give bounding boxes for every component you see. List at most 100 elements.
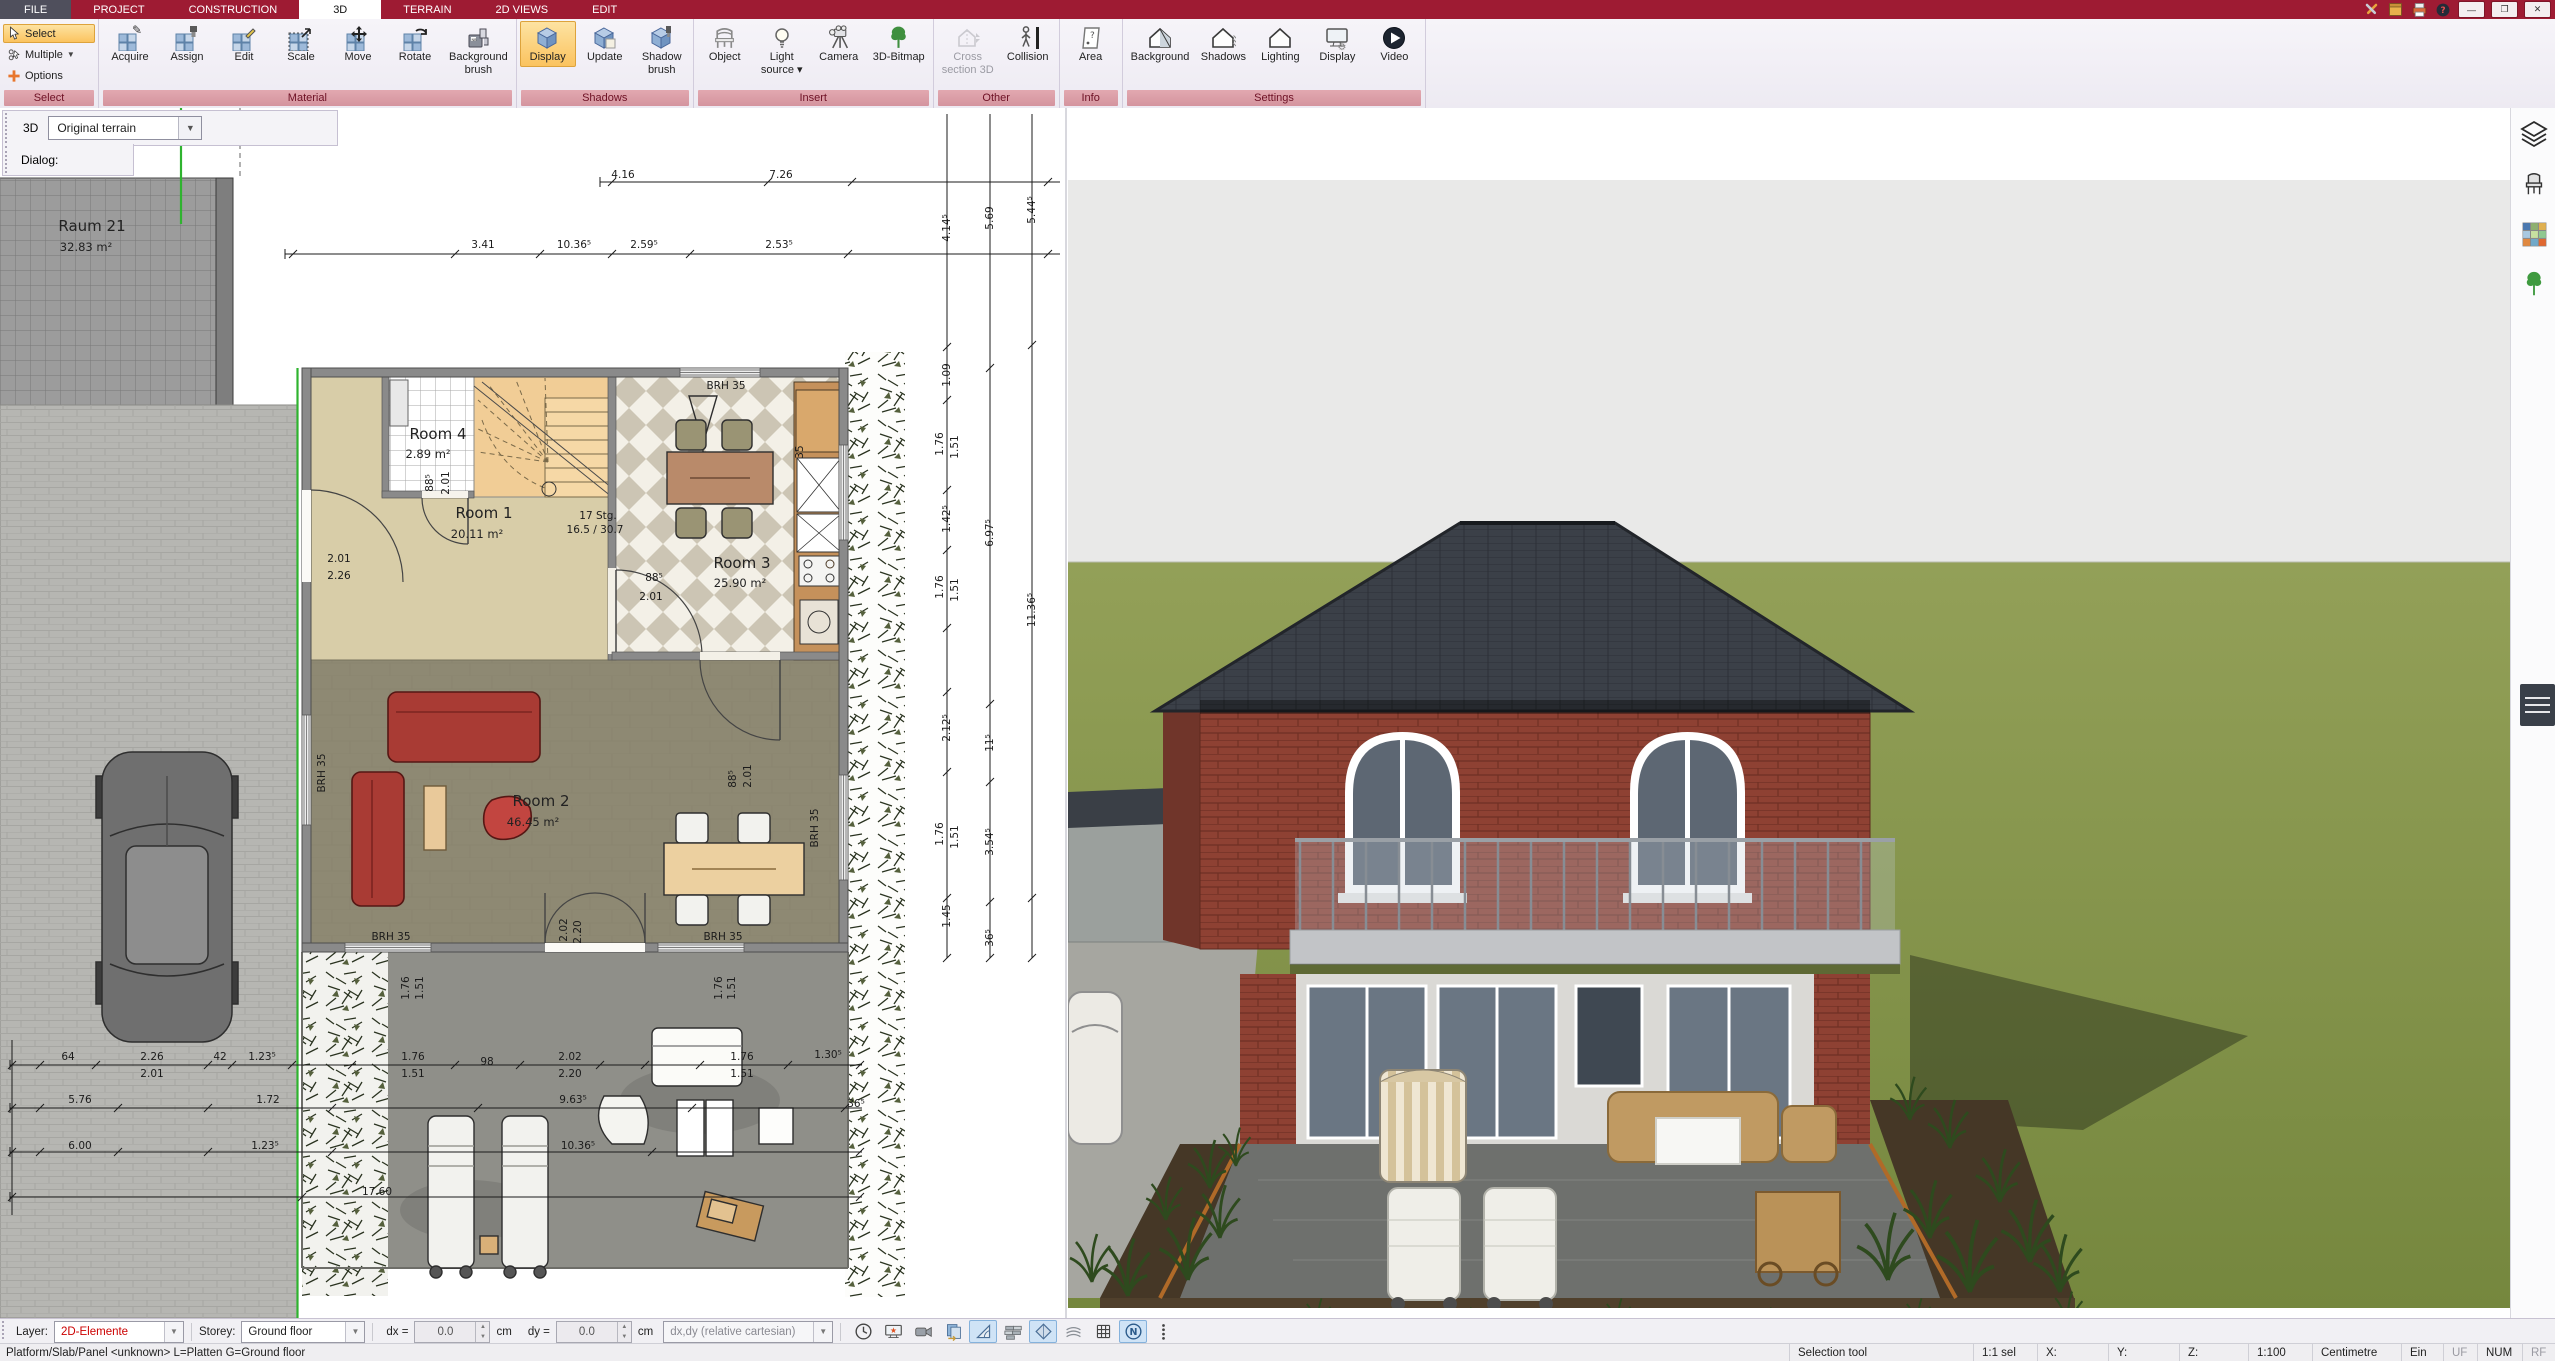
svg-text:N: N xyxy=(1129,1327,1137,1338)
collision-button[interactable]: Collision xyxy=(1000,21,1056,67)
button-label: Light source ▾ xyxy=(761,51,803,76)
toolbar-grip[interactable] xyxy=(2,1321,9,1339)
view-toolbar: 3D Original terrain ▼ xyxy=(2,110,338,146)
ribbon-group-caption: Info xyxy=(1064,90,1118,106)
menu-tab-3d[interactable]: 3D xyxy=(299,0,381,19)
plant-tree-icon[interactable] xyxy=(2516,266,2552,302)
storey-select[interactable]: Ground floor ▼ xyxy=(241,1321,365,1343)
cube-display-icon xyxy=(534,24,561,51)
button-label: Scale xyxy=(287,51,315,64)
menu-tab-construction[interactable]: CONSTRUCTION xyxy=(167,0,300,19)
chevron-down-icon[interactable]: ▼ xyxy=(813,1322,832,1342)
overflow-icon[interactable] xyxy=(1149,1320,1177,1343)
layer-stack-icon[interactable] xyxy=(1059,1320,1087,1343)
minimize-button[interactable]: — xyxy=(2458,1,2485,18)
dx-input[interactable]: 0.0 ▲▼ xyxy=(414,1321,490,1343)
layers-export-icon[interactable] xyxy=(939,1320,967,1343)
ribbon-group-settings: BackgroundShadowsLighting⚙DisplayVideoSe… xyxy=(1123,19,1427,108)
spinner-arrows[interactable]: ▲▼ xyxy=(617,1322,631,1342)
tools-icon[interactable] xyxy=(2362,2,2380,17)
shadow-brush-button[interactable]: Shadow brush xyxy=(634,21,690,79)
restore-button[interactable]: ❐ xyxy=(2491,1,2518,18)
chevron-down-icon[interactable]: ▼ xyxy=(178,117,201,139)
update-button[interactable]: Update xyxy=(577,21,633,67)
plan-2d-viewport[interactable] xyxy=(0,108,1065,1318)
menu-tab-file[interactable]: FILE xyxy=(0,0,71,19)
status-segment: 1:100 xyxy=(2248,1344,2312,1361)
house-background-icon xyxy=(1147,24,1174,51)
furniture-chair-icon[interactable] xyxy=(2516,166,2552,202)
spinner-arrows[interactable]: ▲▼ xyxy=(475,1322,489,1342)
material-assign-icon xyxy=(174,24,201,51)
display-button[interactable]: Display xyxy=(520,21,576,67)
printer-icon[interactable] xyxy=(2410,2,2428,17)
status-segment: Ein xyxy=(2401,1344,2443,1361)
status-segment: Centimetre xyxy=(2312,1344,2401,1361)
status-segment: RF xyxy=(2522,1344,2555,1361)
ribbon-group-info: ?Area Info xyxy=(1060,19,1123,108)
monitor-star-icon[interactable]: ★ xyxy=(879,1320,907,1343)
angle-grid-icon[interactable] xyxy=(969,1320,997,1343)
acquire-button[interactable]: ✎Acquire xyxy=(102,21,158,67)
display-button[interactable]: ⚙Display xyxy=(1309,21,1365,67)
close-button[interactable]: ✕ xyxy=(2524,1,2551,18)
lighting-button[interactable]: Lighting xyxy=(1252,21,1308,67)
chair-icon xyxy=(711,24,738,51)
button-label: 3D-Bitmap xyxy=(873,51,925,64)
storey-label: Storey: xyxy=(199,1326,235,1338)
dy-input[interactable]: 0.0 ▲▼ xyxy=(556,1321,632,1343)
clock-icon[interactable] xyxy=(849,1320,877,1343)
video-button[interactable]: Video xyxy=(1366,21,1422,67)
north-compass-icon[interactable]: N xyxy=(1119,1320,1147,1343)
house-shadows-icon xyxy=(1210,24,1237,51)
light-source-button[interactable]: Light source ▾ xyxy=(754,21,810,79)
panel-splitter-handle[interactable] xyxy=(2520,684,2555,726)
dy-label: dy = xyxy=(528,1326,550,1338)
area-button[interactable]: ?Area xyxy=(1063,21,1119,67)
camera-record-icon[interactable] xyxy=(909,1320,937,1343)
status-segment: NUM xyxy=(2477,1344,2522,1361)
chevron-down-icon: ▼ xyxy=(67,50,75,59)
cube-update-icon xyxy=(591,24,618,51)
terrain-view-select[interactable]: Original terrain ▼ xyxy=(48,116,202,140)
layer-stack-3d-icon[interactable] xyxy=(2516,116,2552,152)
rotate-button[interactable]: Rotate xyxy=(387,21,443,67)
planks-icon[interactable] xyxy=(999,1320,1027,1343)
layer-select[interactable]: 2D-Elemente ▼ xyxy=(54,1321,184,1343)
toolbar-grip[interactable] xyxy=(5,113,12,143)
status-bar: Platform/Slab/Panel <unknown> L=Platten … xyxy=(0,1343,2555,1361)
multiple-button[interactable]: Multiple▼ xyxy=(3,45,95,64)
assign-button[interactable]: Assign xyxy=(159,21,215,67)
background-button[interactable]: Background xyxy=(1126,21,1195,67)
svg-text:?: ? xyxy=(2440,6,2445,16)
button-label: Background brush xyxy=(449,51,508,76)
layer-label: Layer: xyxy=(16,1326,48,1338)
select-button[interactable]: Select xyxy=(3,24,95,43)
menu-tab-2d-views[interactable]: 2D VIEWS xyxy=(474,0,571,19)
scale-button[interactable]: Scale xyxy=(273,21,329,67)
object-button[interactable]: Object xyxy=(697,21,753,67)
raster-grid-icon[interactable] xyxy=(1089,1320,1117,1343)
cross-section-3d-button[interactable]: Cross section 3D xyxy=(937,21,999,79)
package-icon[interactable] xyxy=(2386,2,2404,17)
background-brush-button[interactable]: NBBackground brush xyxy=(444,21,513,79)
chevron-down-icon[interactable]: ▼ xyxy=(345,1322,364,1342)
ribbon-group-material: ✎AcquireAssignEdit Scale MoveRotateNBBackg… xyxy=(99,19,517,108)
coord-mode-select[interactable]: dx,dy (relative cartesian) ▼ xyxy=(663,1321,833,1343)
3d-bitmap-button[interactable]: 3D-Bitmap xyxy=(868,21,930,67)
status-segment: Selection tool xyxy=(1789,1344,1973,1361)
camera-button[interactable]: Camera xyxy=(811,21,867,67)
move-button[interactable]: Move xyxy=(330,21,386,67)
tile-icon[interactable] xyxy=(1029,1320,1057,1343)
menu-tab-terrain[interactable]: TERRAIN xyxy=(381,0,473,19)
material-palette-icon[interactable] xyxy=(2516,216,2552,252)
menu-tab-project[interactable]: PROJECT xyxy=(71,0,166,19)
options-button[interactable]: Options xyxy=(3,66,95,85)
toolbar-grip[interactable] xyxy=(5,146,12,173)
shadows-button[interactable]: Shadows xyxy=(1195,21,1251,67)
render-3d-viewport[interactable] xyxy=(1068,180,2510,1308)
edit-button[interactable]: Edit xyxy=(216,21,272,67)
chevron-down-icon[interactable]: ▼ xyxy=(164,1322,183,1342)
help-icon[interactable]: ? xyxy=(2434,2,2452,17)
menu-tab-edit[interactable]: EDIT xyxy=(570,0,639,19)
